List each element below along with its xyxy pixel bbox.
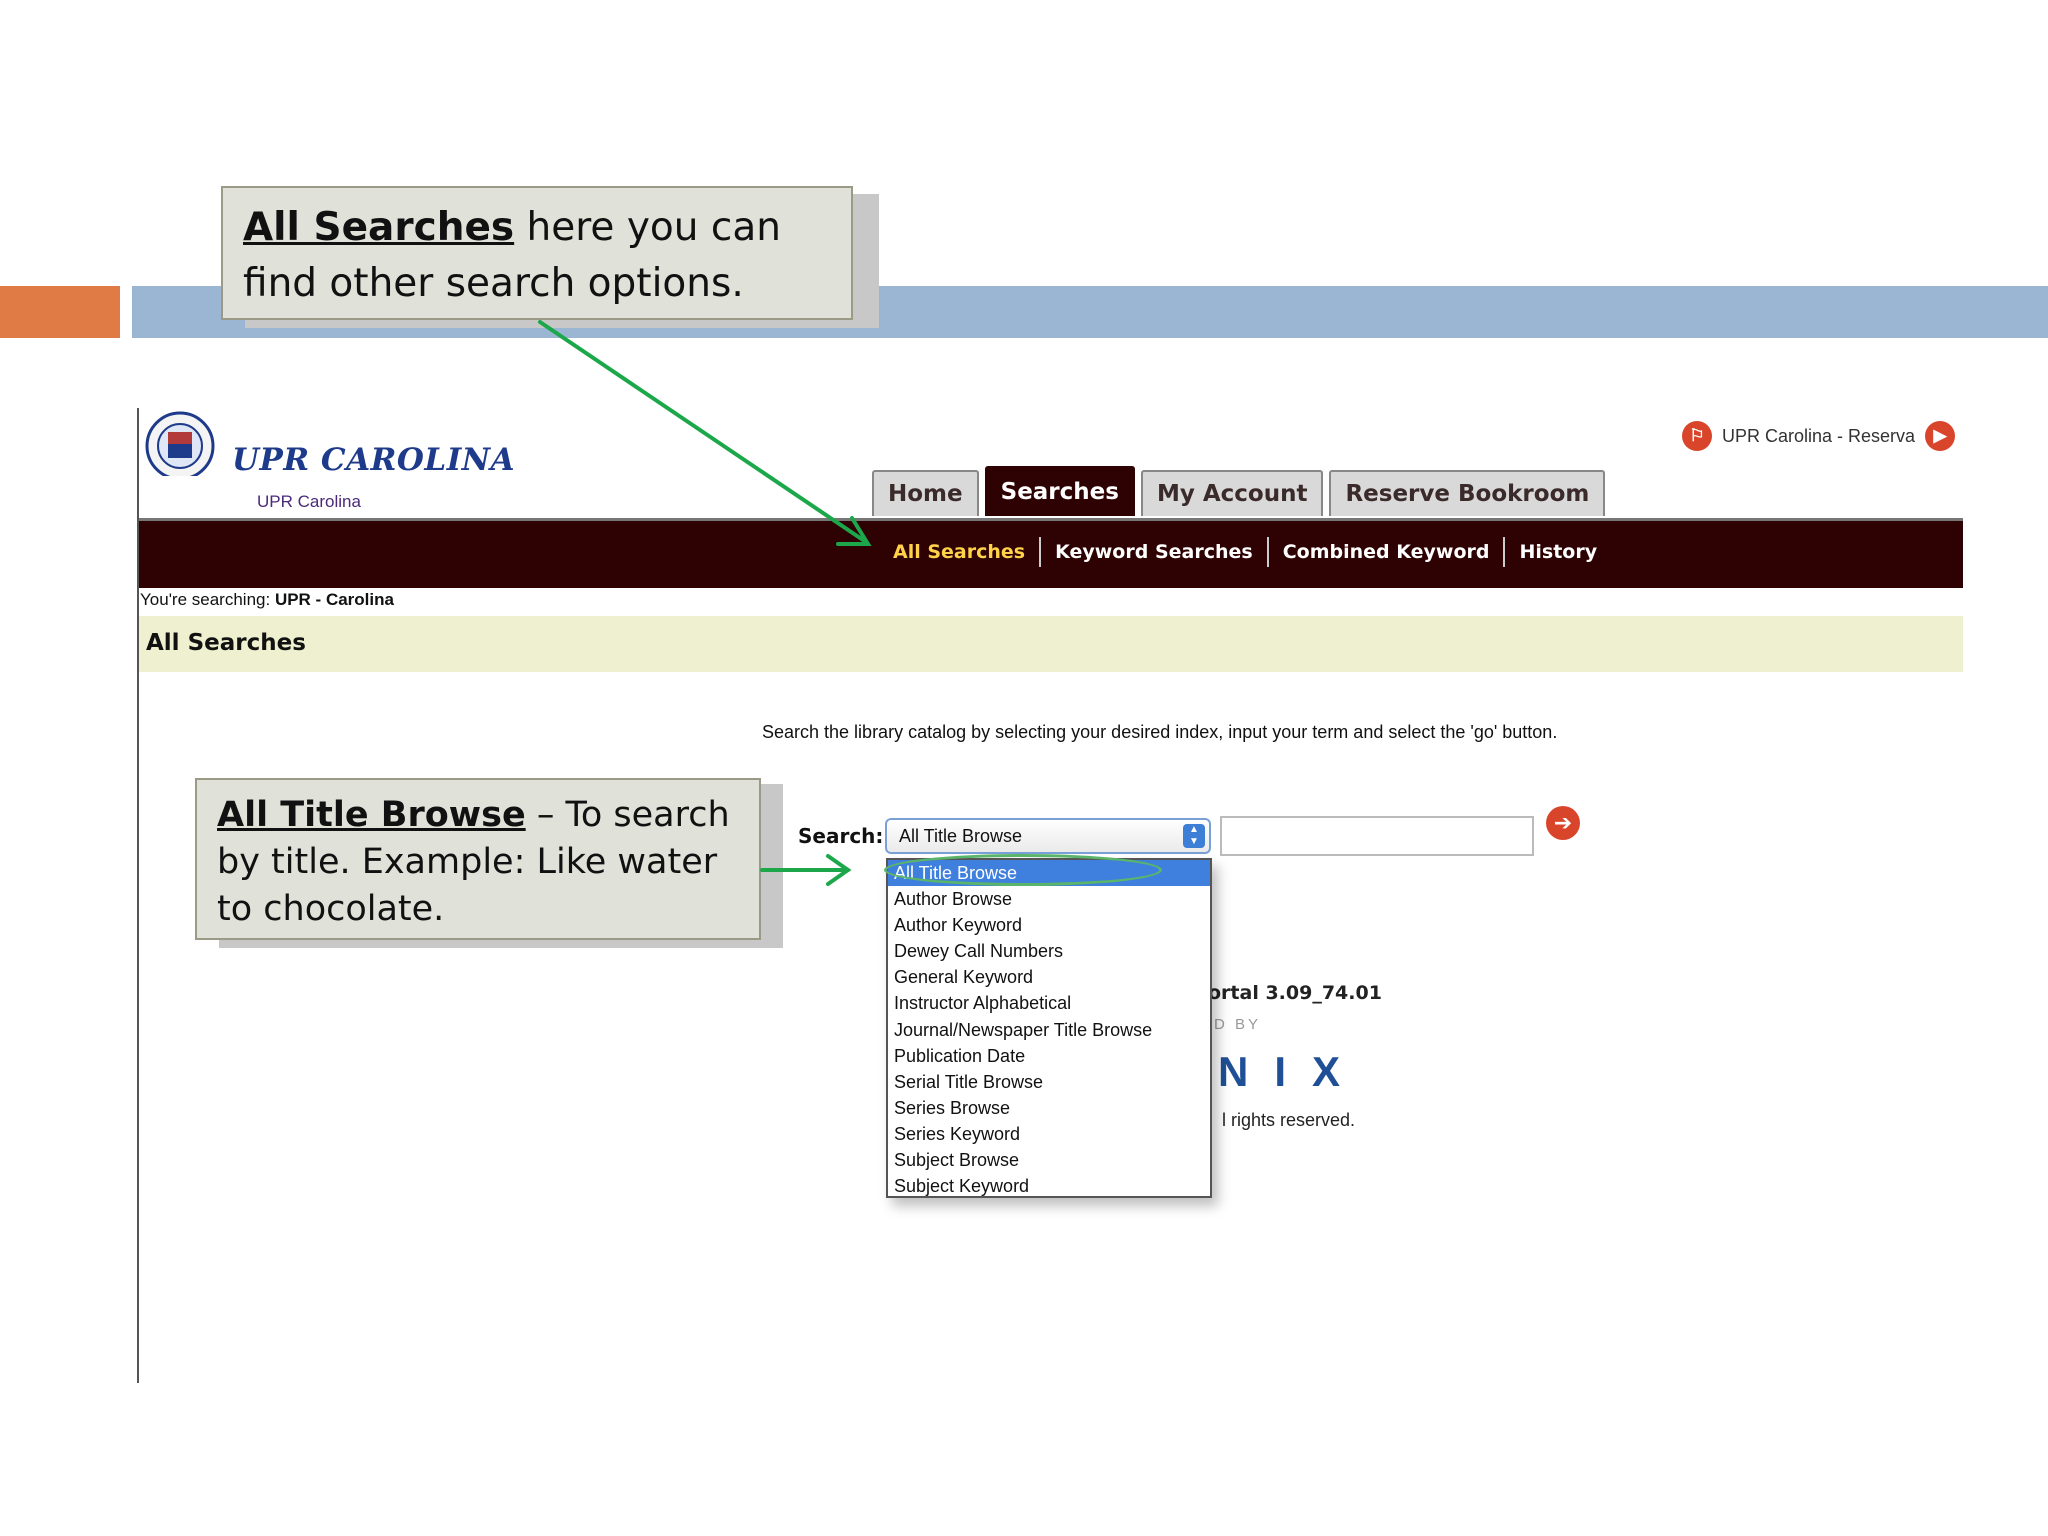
powered-by: D BY bbox=[1214, 1016, 1262, 1033]
option-journal-newspaper-title-browse[interactable]: Journal/Newspaper Title Browse bbox=[888, 1017, 1210, 1043]
option-author-browse[interactable]: Author Browse bbox=[888, 886, 1210, 912]
go-button[interactable]: ➔ bbox=[1546, 806, 1580, 840]
subnav-all-searches[interactable]: All Searches bbox=[879, 537, 1042, 567]
tab-home[interactable]: Home bbox=[872, 470, 979, 516]
arrowhead-dropdown bbox=[826, 854, 852, 886]
search-label: Search: bbox=[798, 824, 884, 848]
option-series-browse[interactable]: Series Browse bbox=[888, 1095, 1210, 1121]
dynix-logo: NIX bbox=[1218, 1048, 1367, 1095]
tab-searches[interactable]: Searches bbox=[984, 466, 1135, 516]
search-instructions: Search the library catalog by selecting … bbox=[762, 722, 1558, 742]
tab-my-account[interactable]: My Account bbox=[1140, 470, 1324, 516]
page-title: All Searches bbox=[146, 630, 306, 656]
option-subject-keyword[interactable]: Subject Keyword bbox=[888, 1173, 1210, 1199]
option-author-keyword[interactable]: Author Keyword bbox=[888, 912, 1210, 938]
option-dewey-call-numbers[interactable]: Dewey Call Numbers bbox=[888, 938, 1210, 964]
callout-all-searches: All Searches here you can find other sea… bbox=[221, 186, 853, 320]
university-seal-icon bbox=[145, 411, 215, 484]
searching-prefix: You're searching: bbox=[140, 590, 275, 609]
searching-status: You're searching: UPR - Carolina bbox=[140, 590, 394, 610]
option-instructor-alphabetical[interactable]: Instructor Alphabetical bbox=[888, 990, 1210, 1016]
subnav-combined-keyword[interactable]: Combined Keyword bbox=[1269, 537, 1506, 567]
subnav-history[interactable]: History bbox=[1505, 537, 1611, 567]
rights-text: l rights reserved. bbox=[1222, 1110, 1356, 1130]
page-title-bar bbox=[139, 616, 1963, 672]
main-tabs: Home Searches My Account Reserve Bookroo… bbox=[872, 466, 1606, 516]
select-arrows-icon: ▲ ▼ bbox=[1183, 824, 1205, 848]
reserva-link-label: UPR Carolina - Reserva bbox=[1722, 425, 1916, 446]
arrow-to-all-searches bbox=[538, 320, 868, 544]
search-input[interactable] bbox=[1220, 816, 1534, 856]
play-arrow-icon: ▶ bbox=[1925, 421, 1956, 451]
searching-target: UPR - Carolina bbox=[274, 590, 394, 609]
highlight-ring bbox=[884, 854, 1162, 886]
option-series-keyword[interactable]: Series Keyword bbox=[888, 1121, 1210, 1147]
option-general-keyword[interactable]: General Keyword bbox=[888, 964, 1210, 990]
reserva-link[interactable]: ⚐ UPR Carolina - Reserva ▶ bbox=[1682, 416, 1956, 456]
option-subject-browse[interactable]: Subject Browse bbox=[888, 1147, 1210, 1173]
site-logo-text[interactable]: UPR CAROLINA bbox=[232, 442, 515, 478]
portal-version: ortal 3.09_74.01 bbox=[1208, 982, 1382, 1004]
callout-all-title-browse-highlight: All Title Browse bbox=[217, 795, 526, 835]
option-serial-title-browse[interactable]: Serial Title Browse bbox=[888, 1069, 1210, 1095]
go-arrow-icon: ➔ bbox=[1553, 810, 1573, 836]
option-publication-date[interactable]: Publication Date bbox=[888, 1043, 1210, 1069]
callout-all-title-browse: All Title Browse – To search by title. E… bbox=[195, 778, 761, 940]
search-subnav: All Searches Keyword Searches Combined K… bbox=[139, 518, 1963, 588]
search-index-select[interactable]: All Title Browse ▲ ▼ bbox=[885, 818, 1211, 854]
tab-reserve-bookroom[interactable]: Reserve Bookroom bbox=[1329, 470, 1606, 516]
callout-all-searches-highlight: All Searches bbox=[243, 205, 515, 250]
search-index-dropdown: All Title Browse Author Browse Author Ke… bbox=[886, 858, 1212, 1198]
flag-icon: ⚐ bbox=[1682, 421, 1712, 451]
subnav-keyword-searches[interactable]: Keyword Searches bbox=[1041, 537, 1269, 567]
site-logo-subtitle: UPR Carolina bbox=[257, 492, 361, 511]
search-index-value: All Title Browse bbox=[899, 826, 1023, 846]
slide-accent-bar bbox=[0, 286, 120, 338]
